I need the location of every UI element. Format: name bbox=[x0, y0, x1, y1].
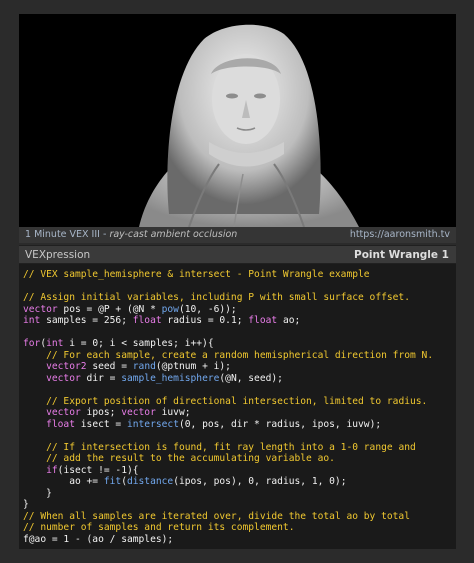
code-line: } bbox=[23, 499, 29, 510]
website-link[interactable]: https://aaronsmith.tv bbox=[350, 227, 450, 243]
code-line: // Assign initial variables, including P… bbox=[23, 292, 410, 303]
episode-topic: ray-cast ambient occlusion bbox=[109, 229, 238, 240]
code-line: } bbox=[23, 487, 52, 499]
render-viewport bbox=[19, 14, 456, 227]
code-line: vector2 seed = rand(@ptnum + i); bbox=[46, 361, 231, 372]
code-line: // number of samples and return its comp… bbox=[23, 522, 295, 533]
code-line: f@ao = 1 - (ao / samples); bbox=[23, 533, 174, 545]
code-line: // add the result to the accumulating va… bbox=[46, 453, 335, 464]
code-line: vector dir = sample_hemisphere(@N, seed)… bbox=[46, 372, 283, 384]
code-line: vector ipos; vector iuvw; bbox=[46, 407, 191, 418]
code-line: float isect = intersect(0, pos, dir * ra… bbox=[46, 418, 382, 430]
code-line: if(isect != -1){ bbox=[46, 464, 139, 476]
code-line: // VEX sample_hemisphere & intersect - P… bbox=[23, 269, 370, 280]
vexpression-panel-header: VEXpression Point Wrangle 1 bbox=[19, 245, 456, 264]
code-line: ao += fit(distance(ipos, pos), 0, radius… bbox=[23, 476, 347, 487]
code-line: for(int i = 0; i < samples; i++){ bbox=[23, 338, 214, 349]
code-line: int samples = 256; float radius = 0.1; f… bbox=[23, 315, 301, 326]
marble-bust-image bbox=[139, 24, 359, 227]
code-line: // Export position of directional inters… bbox=[46, 395, 428, 407]
node-name-label: Point Wrangle 1 bbox=[354, 249, 449, 261]
code-line: vector pos = @P + (@N * pow(10, -6)); bbox=[23, 303, 237, 315]
vexpression-label: VEXpression bbox=[25, 249, 91, 261]
caption-bar: 1 Minute VEX III - ray-cast ambient occl… bbox=[19, 227, 456, 243]
series-title: 1 Minute VEX III bbox=[25, 229, 100, 240]
code-editor[interactable]: // VEX sample_hemisphere & intersect - P… bbox=[19, 264, 456, 549]
code-line: // For each sample, create a random hemi… bbox=[46, 349, 434, 361]
code-line: // If intersection is found, fit ray len… bbox=[46, 441, 416, 453]
code-line: // When all samples are iterated over, d… bbox=[23, 510, 410, 522]
